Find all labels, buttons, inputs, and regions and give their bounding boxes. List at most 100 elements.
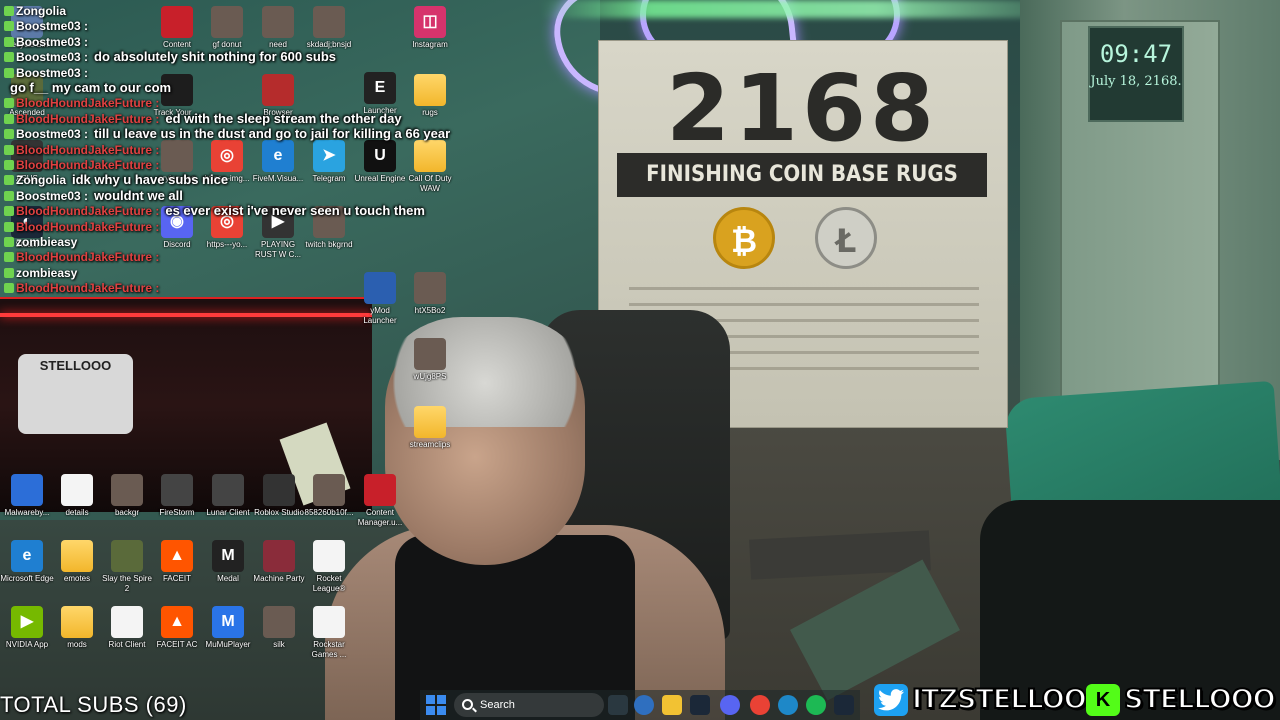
desktop-icon[interactable]: streamclips <box>403 404 457 470</box>
desktop-icon[interactable]: twitch bkgrnd <box>302 204 356 270</box>
desktop-icon-label: FireStorm <box>159 508 195 517</box>
taskbar-search[interactable]: Search <box>454 693 604 717</box>
image-icon <box>211 6 243 38</box>
desktop-icon[interactable]: ▲ FACEIT <box>150 538 204 604</box>
steam-icon[interactable] <box>690 695 710 715</box>
desktop-icon[interactable]: E Launcher <box>353 70 407 136</box>
desktop-icon[interactable]: htX5Bo2 <box>403 270 457 336</box>
desktop-icon[interactable]: ◉ Discord <box>150 204 204 270</box>
desktop-icon-label: Ascended <box>9 108 45 117</box>
browser-icon[interactable] <box>778 695 798 715</box>
desktop-icon[interactable]: Slay the Spire 2 <box>100 538 154 604</box>
desktop-icon-label: Rockstar Games ... <box>311 640 347 659</box>
desktop-icon[interactable]: skdadj;bnsjd <box>302 4 356 70</box>
desktop-icon[interactable]: M Medal <box>201 538 255 604</box>
desktop-icon[interactable]: crying dog <box>150 138 204 204</box>
desktop-icon[interactable]: Content <box>150 4 204 70</box>
desktop-icon-label: Browser <box>263 108 293 117</box>
desktop-icon-label: Track Your ... <box>153 108 201 117</box>
image-icon <box>414 272 446 304</box>
image-icon <box>111 474 143 506</box>
edge-icon[interactable] <box>634 695 654 715</box>
doc-icon <box>111 606 143 638</box>
desktop-icon[interactable]: 858260b10f... <box>302 472 356 538</box>
desktop-icon[interactable]: Ascended <box>0 72 54 138</box>
image-icon <box>161 140 193 172</box>
desktop-icon[interactable]: Rockstar Games ... <box>302 604 356 670</box>
game-icon <box>111 540 143 572</box>
desktop-icon[interactable]: ◎ https---yo... <box>200 204 254 270</box>
instagram-icon: ◫ <box>414 6 446 38</box>
kick-handle: STELLOOO <box>1123 683 1277 716</box>
desktop-icon[interactable]: Roblox Studio <box>252 472 306 538</box>
desktop-icon[interactable]: e Microsoft Edge <box>0 538 54 604</box>
desktop-icon[interactable]: need <box>251 4 305 70</box>
desktop-icon[interactable]: mods <box>50 604 104 670</box>
desktop-icon[interactable]: Track Your ... <box>150 72 204 138</box>
desktop-icon[interactable]: silk <box>252 604 306 670</box>
desktop-icon[interactable]: Machine Party <box>252 538 306 604</box>
recycle-bin-icon <box>11 6 43 38</box>
desktop-icon[interactable]: rugs <box>403 72 457 138</box>
desktop-icon-label: Content Manager.u... <box>357 508 403 527</box>
desktop-icon-label: Malwareby... <box>4 508 50 517</box>
desktop-icon[interactable]: e FiveM.Visua... <box>251 138 305 204</box>
desktop-icon[interactable]: U Unreal Engine <box>353 138 407 204</box>
desktop-icon[interactable]: wUjg8PS <box>403 336 457 402</box>
desktop-icon[interactable]: Recycle Bin <box>0 4 54 70</box>
desktop-icon-label: ASUS <box>16 174 38 183</box>
desktop-icon[interactable]: ◐ Steam <box>0 204 54 270</box>
desktop-icon-label: streamclips <box>409 440 451 449</box>
malwarebytes-icon <box>11 474 43 506</box>
content-manager-icon <box>161 6 193 38</box>
spotify-icon[interactable] <box>806 695 826 715</box>
desktop-icon-label: emotes <box>63 574 91 583</box>
desktop-icon[interactable]: Call Of Duty WAW <box>403 138 457 204</box>
desktop-icon[interactable]: ASUS <box>0 138 54 204</box>
desktop-icon[interactable]: ▲ FACEIT AC <box>150 604 204 670</box>
desktop-icon[interactable]: ➤ Telegram <box>302 138 356 204</box>
desktop-icon[interactable]: details <box>50 472 104 538</box>
desktop-icon[interactable]: ◎ https---img... <box>200 138 254 204</box>
wolf-icon <box>364 272 396 304</box>
desktop-icon[interactable]: Riot Client <box>100 604 154 670</box>
desktop-icon[interactable]: FireStorm <box>150 472 204 538</box>
desktop-icon[interactable]: ▶ NVIDIA App <box>0 604 54 670</box>
file-explorer-icon[interactable] <box>662 695 682 715</box>
asus-icon <box>11 140 43 172</box>
discord-icon[interactable] <box>720 695 740 715</box>
epic-games-icon: E <box>364 72 396 104</box>
poster-banner: FINISHING COIN BASE RUGS <box>617 153 987 197</box>
desktop-icon[interactable]: Rocket League® <box>302 538 356 604</box>
desktop-icon[interactable]: Content Manager.u... <box>353 472 407 538</box>
desktop-icon-label: twitch bkgrnd <box>305 240 353 249</box>
desktop-icon-label: rugs <box>422 108 438 117</box>
desktop-icon[interactable]: Malwareby... <box>0 472 54 538</box>
medal-icon: M <box>212 540 244 572</box>
steam-icon[interactable] <box>834 695 854 715</box>
desktop-icon-label: Lunar Client <box>206 508 250 517</box>
desktop-icon-label: FACEIT AC <box>156 640 198 649</box>
faceit-icon: ▲ <box>161 606 193 638</box>
desktop-icon-label: yMod Launcher <box>363 306 397 325</box>
desktop-icon[interactable]: backgr <box>100 472 154 538</box>
doc-icon <box>313 606 345 638</box>
desktop-icon[interactable]: emotes <box>50 538 104 604</box>
desktop-icon-label: https---yo... <box>206 240 248 249</box>
unreal-engine-icon: U <box>364 140 396 172</box>
desktop-icon[interactable]: yMod Launcher <box>353 270 407 336</box>
image-icon <box>263 606 295 638</box>
edge-icon: e <box>262 140 294 172</box>
desktop-icon[interactable]: Browser <box>251 72 305 138</box>
desktop-icon-label: need <box>269 40 287 49</box>
desktop-icon[interactable]: Lunar Client <box>201 472 255 538</box>
desktop-icon[interactable]: ▶ PLAYING RUST W C... <box>251 204 305 270</box>
desktop-icon-label: details <box>65 508 89 517</box>
start-button[interactable] <box>426 695 446 715</box>
copilot-icon[interactable] <box>608 695 628 715</box>
desktop-icon[interactable]: M MuMuPlayer <box>201 604 255 670</box>
desktop-icon-label: Telegram <box>312 174 346 183</box>
desktop-icon[interactable]: ◫ Instagram <box>403 4 457 70</box>
chrome-icon[interactable] <box>750 695 770 715</box>
desktop-icon[interactable]: gf donut <box>200 4 254 70</box>
